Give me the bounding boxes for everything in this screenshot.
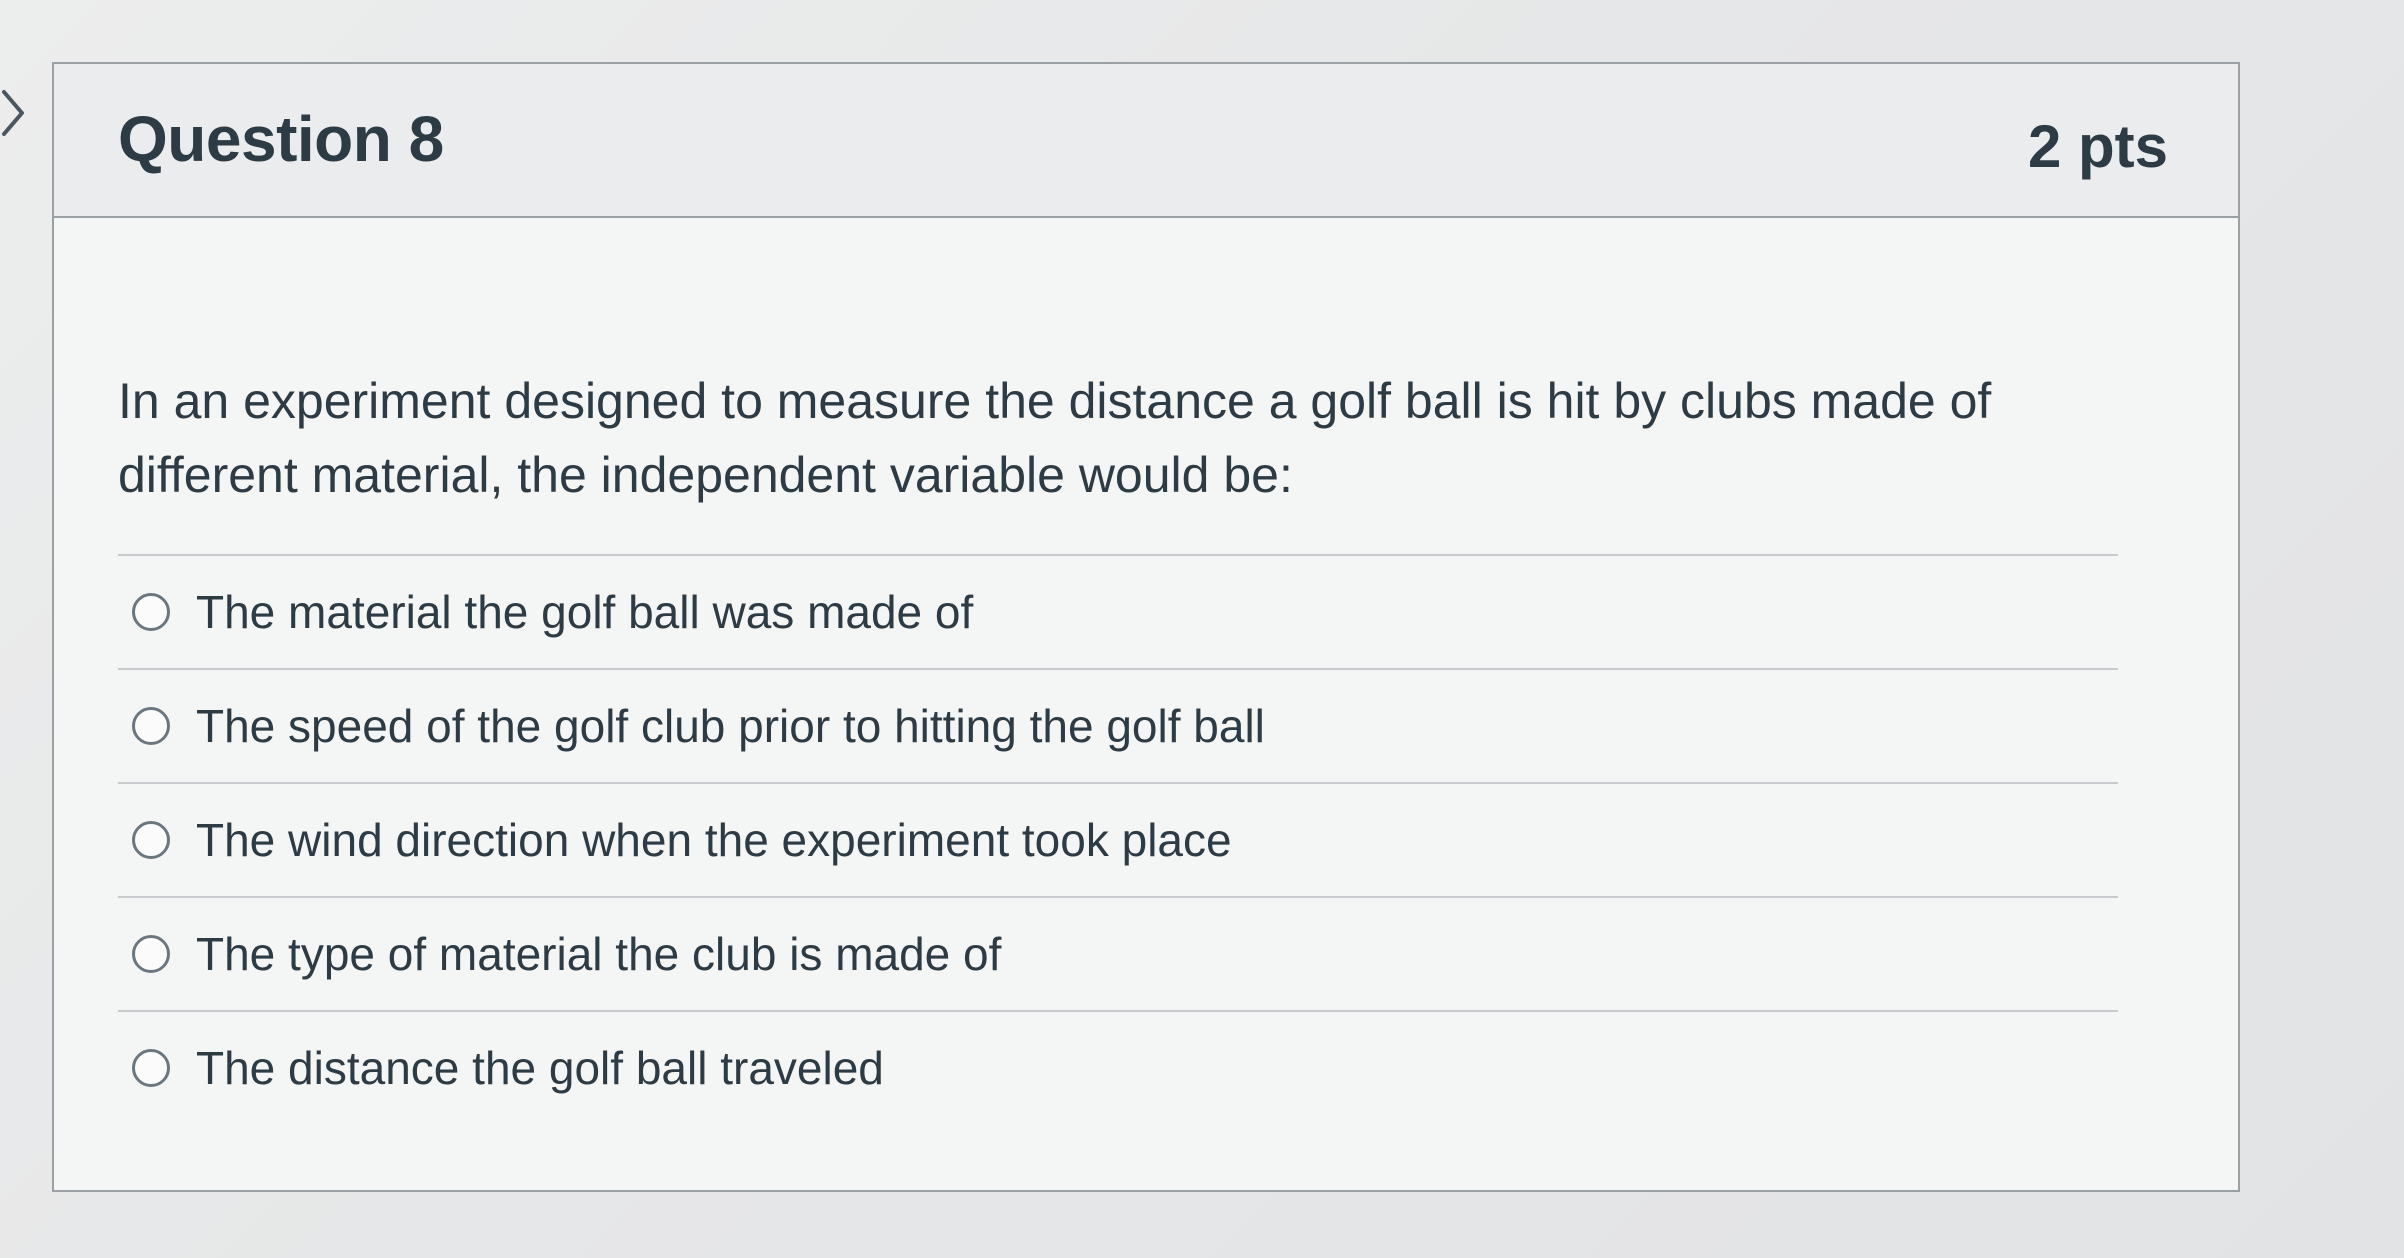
answer-list: The material the golf ball was made of T… bbox=[118, 554, 2118, 1124]
answer-option[interactable]: The wind direction when the experiment t… bbox=[118, 784, 2118, 898]
radio-button-icon[interactable] bbox=[132, 593, 170, 631]
question-card: Question 8 2 pts In an experiment design… bbox=[52, 62, 2240, 1192]
answer-option[interactable]: The material the golf ball was made of bbox=[118, 556, 2118, 670]
question-text: In an experiment designed to measure the… bbox=[118, 373, 1992, 503]
radio-button-icon[interactable] bbox=[132, 821, 170, 859]
answer-label[interactable]: The type of material the club is made of bbox=[196, 927, 1001, 981]
answer-option[interactable]: The speed of the golf club prior to hitt… bbox=[118, 670, 2118, 784]
radio-button-icon[interactable] bbox=[132, 707, 170, 745]
radio-button-icon[interactable] bbox=[132, 935, 170, 973]
answer-option[interactable]: The distance the golf ball traveled bbox=[118, 1012, 2118, 1124]
radio-button-icon[interactable] bbox=[132, 1049, 170, 1087]
question-points: 2 pts bbox=[2027, 113, 2168, 180]
answer-option[interactable]: The type of material the club is made of bbox=[118, 898, 2118, 1012]
answer-label[interactable]: The speed of the golf club prior to hitt… bbox=[196, 699, 1265, 753]
answer-label[interactable]: The wind direction when the experiment t… bbox=[196, 813, 1232, 867]
question-header: Question 8 2 pts bbox=[54, 64, 2238, 218]
answer-label[interactable]: The distance the golf ball traveled bbox=[196, 1041, 884, 1095]
answer-label[interactable]: The material the golf ball was made of bbox=[196, 585, 973, 639]
question-title: Question 8 bbox=[118, 103, 444, 175]
chevron-right-icon[interactable] bbox=[0, 88, 30, 138]
